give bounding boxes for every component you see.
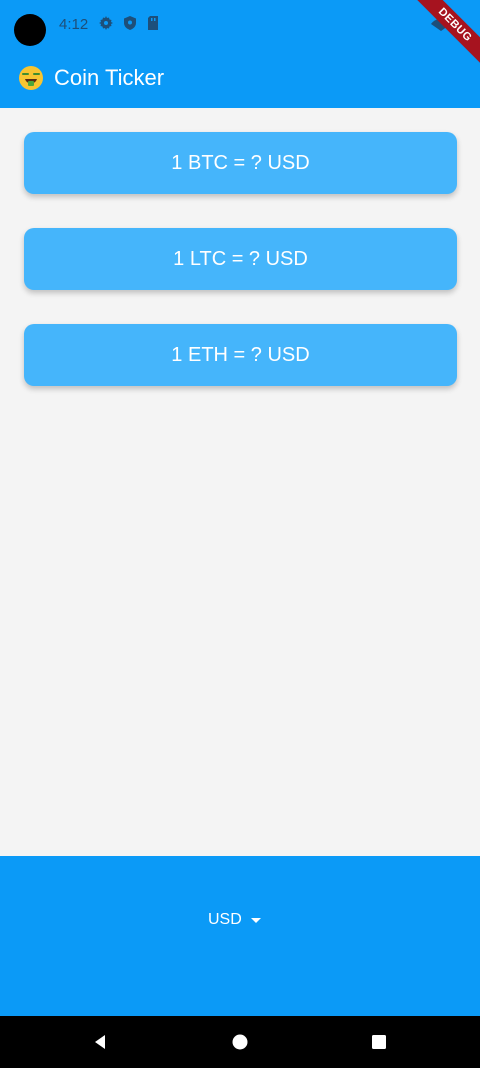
back-icon[interactable] <box>91 1033 109 1051</box>
rate-text: 1 BTC = ? USD <box>171 151 310 174</box>
rate-card-eth: 1 ETH = ? USD <box>24 324 457 386</box>
home-icon[interactable] <box>231 1033 249 1051</box>
app-title: Coin Ticker <box>54 65 165 90</box>
money-mouth-face-icon <box>19 66 43 90</box>
currency-picker-bar: USD <box>0 856 480 1016</box>
rate-card-btc: 1 BTC = ? USD <box>24 132 457 194</box>
rate-text: 1 ETH = ? USD <box>171 343 310 366</box>
status-bar: 4:12 DEBUG <box>0 0 480 70</box>
app-bar-title: Coin Ticker <box>18 62 164 94</box>
gear-icon <box>99 16 113 30</box>
status-time: 4:12 <box>59 16 89 33</box>
currency-dropdown[interactable]: USD <box>208 908 262 932</box>
recents-icon[interactable] <box>370 1033 388 1051</box>
app-screen: 4:12 DEBUG Coin Ticker 1 BTC = ? USD 1 L… <box>0 0 480 1068</box>
app-header: 4:12 DEBUG Coin Ticker <box>0 0 480 108</box>
debug-banner: DEBUG <box>410 0 480 70</box>
rate-text: 1 LTC = ? USD <box>173 247 308 270</box>
sd-card-icon <box>148 16 158 30</box>
camera-cutout <box>14 14 46 46</box>
currency-dropdown-label: USD <box>208 911 242 928</box>
rates-list: 1 BTC = ? USD 1 LTC = ? USD 1 ETH = ? US… <box>0 108 480 856</box>
dropdown-arrow-icon <box>250 918 261 923</box>
rate-card-ltc: 1 LTC = ? USD <box>24 228 457 290</box>
shield-icon <box>124 16 136 30</box>
navigation-bar <box>0 1016 480 1068</box>
